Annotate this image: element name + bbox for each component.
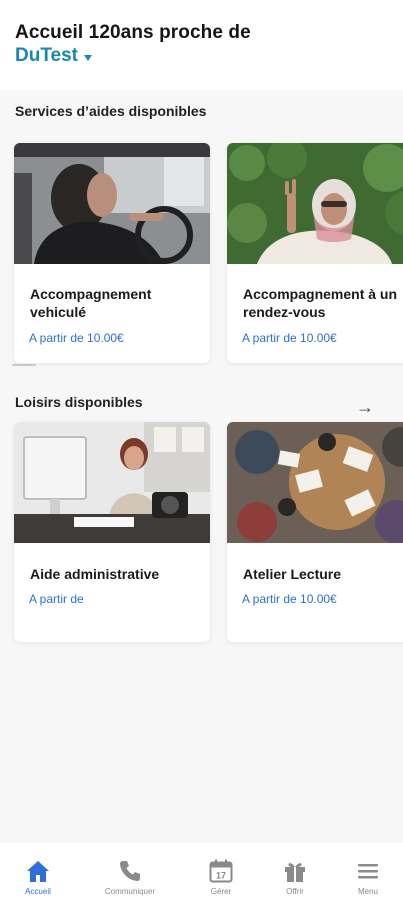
loisir-card-image <box>14 422 210 543</box>
loisir-card-title: Atelier Lecture <box>243 566 342 582</box>
nav-label: Gérer <box>210 887 232 896</box>
nav-item-gerer[interactable]: 17 Gérer <box>186 843 256 900</box>
service-card-image <box>227 143 403 264</box>
menu-icon[interactable] <box>356 859 380 883</box>
header: Accueil 120ans proche de DuTest <box>0 0 403 90</box>
nav-label: Offrir <box>286 887 304 896</box>
service-card-image <box>14 143 210 264</box>
gift-icon[interactable] <box>283 859 307 883</box>
loisir-card-title: Aide administrative <box>30 566 160 582</box>
service-card[interactable]: Accompagnement vehiculé A partir de 10.0… <box>14 143 210 363</box>
service-card-price: A partir de 10.00€ <box>29 331 124 345</box>
page-title: Accueil 120ans proche de <box>15 22 251 43</box>
nav-item-menu[interactable]: Menu <box>333 843 403 900</box>
service-card-price: A partir de 10.00€ <box>242 331 337 345</box>
nav-item-offrir[interactable]: Offrir <box>260 843 330 900</box>
phone-icon[interactable] <box>118 859 142 883</box>
nav-item-accueil[interactable]: Accueil <box>3 843 73 900</box>
proche-name[interactable]: DuTest <box>15 45 78 67</box>
service-card[interactable]: Accompagnement à un rendez-vous A partir… <box>227 143 403 363</box>
services-section-title: Services d’aides disponibles <box>15 103 207 119</box>
service-card-title: Accompagnement à un rendez-vous <box>243 286 398 320</box>
loisir-card-image <box>227 422 403 543</box>
loisir-card[interactable]: Aide administrative A partir de <box>14 422 210 642</box>
loisir-card-price: A partir de 10.00€ <box>242 592 337 606</box>
calendar-icon[interactable]: 17 <box>209 859 233 883</box>
nav-item-communiquer[interactable]: Communiquer <box>95 843 165 900</box>
home-icon[interactable] <box>26 859 50 883</box>
nav-label: Menu <box>357 887 378 896</box>
arrow-right-icon[interactable]: → <box>356 398 374 416</box>
scroll-indicator <box>12 364 36 366</box>
service-card-title: Accompagnement vehiculé <box>30 286 152 320</box>
bottom-navigation: Accueil Communiquer 17 Gérer Offrir Menu <box>0 843 403 900</box>
nav-label: Accueil <box>25 887 51 896</box>
calendar-day: 17 <box>216 871 226 881</box>
proche-selector[interactable]: DuTest <box>15 45 92 67</box>
loisir-card-price: A partir de <box>29 592 84 606</box>
chevron-down-icon[interactable] <box>83 55 92 61</box>
nav-label: Communiquer <box>104 887 156 896</box>
loisir-card[interactable]: Atelier Lecture A partir de 10.00€ <box>227 422 403 642</box>
loisirs-section-title: Loisirs disponibles <box>15 394 143 410</box>
